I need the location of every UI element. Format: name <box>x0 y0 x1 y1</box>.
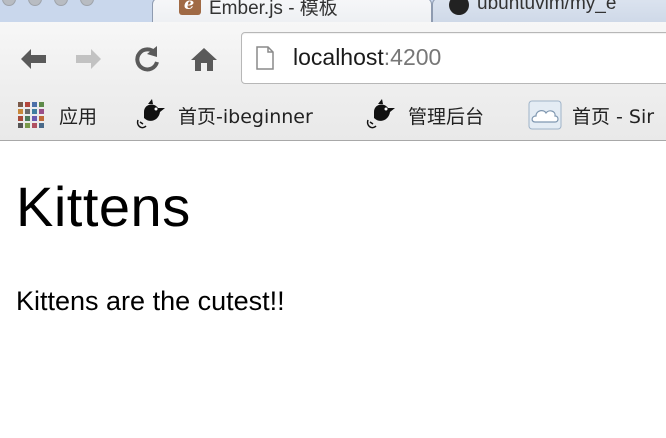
minimize-window-icon[interactable] <box>28 0 42 6</box>
back-arrow-icon <box>21 49 46 69</box>
browser-chrome: Ember.js - 模板 ubuntuvim/my_e <box>0 0 666 141</box>
tab-ember[interactable]: Ember.js - 模板 <box>152 0 432 22</box>
forward-button[interactable] <box>74 46 104 72</box>
url-port: :4200 <box>383 44 442 70</box>
tab-github[interactable]: ubuntuvim/my_e <box>432 0 666 22</box>
bookmark-label: 管理后台 <box>408 105 485 128</box>
forward-arrow-icon <box>76 49 101 69</box>
tab-title: ubuntuvim/my_e <box>477 0 617 14</box>
bookmark-label: 应用 <box>59 105 98 128</box>
bookmark-label: 首页-ibeginner <box>178 105 313 128</box>
page-icon <box>256 46 274 70</box>
bookmark-apps[interactable]: 应用 <box>18 100 97 130</box>
url-text[interactable]: localhost:4200 <box>293 44 441 71</box>
page-title: Kittens <box>16 175 191 238</box>
address-bar[interactable]: localhost:4200 <box>241 32 666 84</box>
bookmark-label: 首页 - Sir <box>572 105 655 128</box>
bookmarks-bar: 应用 首页-ibeginner 管理后台 首页 - Sir <box>0 90 666 141</box>
bird-icon <box>136 99 165 129</box>
tab-title: Ember.js - 模板 <box>209 0 338 19</box>
back-button[interactable] <box>18 46 48 72</box>
bookmark-ibeginner-home[interactable]: 首页-ibeginner <box>134 99 313 130</box>
maximize-window-icon[interactable] <box>54 0 68 6</box>
cloud-icon <box>528 100 562 130</box>
bookmark-sir-home[interactable]: 首页 - Sir <box>528 100 654 130</box>
github-favicon-icon <box>449 0 469 15</box>
ember-favicon-icon <box>179 0 201 15</box>
window-control-icon[interactable] <box>80 0 94 6</box>
reload-icon <box>135 46 159 72</box>
apps-grid-icon <box>18 102 44 128</box>
page-text: Kittens are the cutest!! <box>16 286 285 316</box>
bookmark-admin[interactable]: 管理后台 <box>364 99 485 130</box>
page-content: Kittens Kittens are the cutest!! <box>0 141 666 438</box>
home-button[interactable] <box>189 46 219 72</box>
close-window-icon[interactable] <box>2 0 16 6</box>
toolbar: localhost:4200 <box>0 22 666 90</box>
tab-strip: Ember.js - 模板 ubuntuvim/my_e <box>0 0 666 22</box>
home-icon <box>191 48 217 71</box>
reload-button[interactable] <box>132 46 162 72</box>
url-host: localhost <box>293 44 384 70</box>
bird-icon <box>366 99 395 129</box>
